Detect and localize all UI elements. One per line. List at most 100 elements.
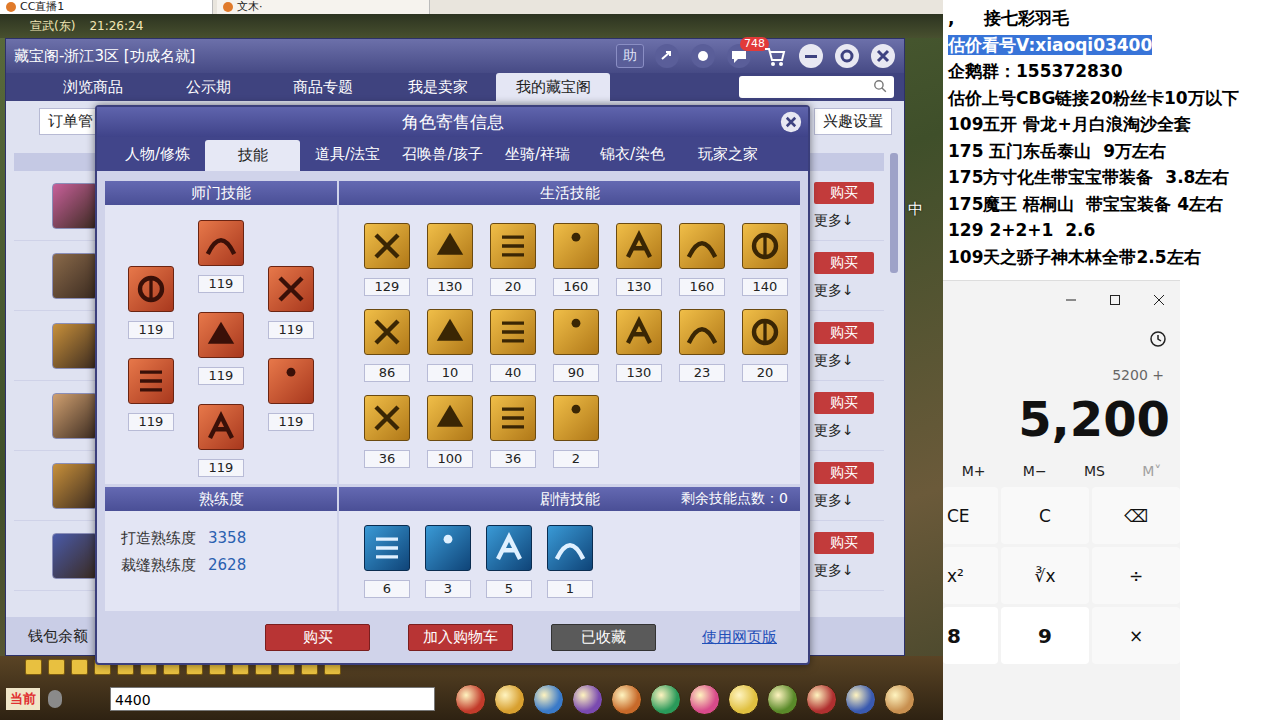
calc-key[interactable]: ∛x	[1001, 547, 1089, 604]
interest-button[interactable]: 兴趣设置	[814, 108, 892, 135]
maximize-icon[interactable]	[1108, 293, 1122, 307]
plot-skill[interactable]: 3	[425, 525, 471, 598]
dialog-tab[interactable]: 道具/法宝	[300, 137, 395, 171]
calc-key[interactable]: x²	[943, 547, 998, 604]
life-skill[interactable]: 23	[679, 309, 725, 382]
nav-tab[interactable]: 浏览商品	[36, 73, 150, 101]
life-skill[interactable]: 36	[364, 395, 410, 468]
dialog-tab[interactable]: 坐骑/祥瑞	[490, 137, 585, 171]
action-button[interactable]: 购买	[265, 624, 370, 651]
calc-key[interactable]: 8	[943, 607, 998, 664]
settings-icon[interactable]	[834, 43, 860, 69]
skill-icon[interactable]	[198, 220, 244, 266]
nav-tab[interactable]: 商品专题	[266, 73, 380, 101]
help-button[interactable]: 助	[616, 44, 644, 68]
skill-icon[interactable]	[128, 358, 174, 404]
close-icon[interactable]	[870, 43, 896, 69]
close-icon[interactable]	[780, 111, 802, 133]
life-skill[interactable]: 20	[742, 309, 788, 382]
cart-icon[interactable]	[762, 43, 788, 69]
skill-icon[interactable]	[427, 395, 473, 441]
more-link[interactable]: 更多↓	[814, 352, 874, 370]
action-button[interactable]: 已收藏	[551, 624, 656, 651]
sect-skill[interactable]: 119	[268, 358, 314, 450]
search-field[interactable]	[739, 76, 894, 98]
skill-icon[interactable]	[364, 223, 410, 269]
skill-icon[interactable]	[553, 309, 599, 355]
life-skill[interactable]: 2	[553, 395, 599, 468]
life-skill[interactable]: 140	[742, 223, 788, 296]
dialog-tab[interactable]: 玩家之家	[680, 137, 775, 171]
plot-skill[interactable]: 5	[486, 525, 532, 598]
buy-button[interactable]: 购买	[814, 532, 874, 554]
nav-tab[interactable]: 公示期	[151, 73, 265, 101]
life-skill[interactable]: 130	[427, 223, 473, 296]
history-icon[interactable]	[1148, 329, 1168, 349]
game-menu-icon[interactable]	[806, 684, 837, 715]
game-menu-icon[interactable]	[728, 684, 759, 715]
dialog-tab[interactable]: 召唤兽/孩子	[395, 137, 490, 171]
game-menu-icon[interactable]	[494, 684, 525, 715]
chat-input[interactable]: 4400	[110, 687, 435, 711]
buy-button[interactable]: 购买	[814, 182, 874, 204]
skill-icon[interactable]	[364, 309, 410, 355]
arrow-icon[interactable]	[48, 659, 65, 675]
skill-icon[interactable]	[553, 223, 599, 269]
more-link[interactable]: 更多↓	[814, 212, 874, 230]
nav-tab[interactable]: 我的藏宝阁	[496, 73, 610, 101]
life-skill[interactable]: 36	[490, 395, 536, 468]
more-link[interactable]: 更多↓	[814, 282, 874, 300]
skill-icon[interactable]	[486, 525, 532, 571]
arrow-icon[interactable]	[25, 659, 42, 675]
game-menu-icon[interactable]	[572, 684, 603, 715]
dialog-tab[interactable]: 锦衣/染色	[585, 137, 680, 171]
life-skill[interactable]: 130	[616, 309, 662, 382]
life-skill[interactable]: 100	[427, 395, 473, 468]
plot-skill[interactable]: 1	[547, 525, 593, 598]
skill-icon[interactable]	[742, 309, 788, 355]
life-skill[interactable]: 20	[490, 223, 536, 296]
close-icon[interactable]	[1152, 293, 1166, 307]
life-skill[interactable]: 86	[364, 309, 410, 382]
more-link[interactable]: 更多↓	[814, 562, 874, 580]
memory-button[interactable]: M−	[1023, 463, 1047, 479]
calc-key[interactable]: CE	[943, 487, 998, 544]
skill-icon[interactable]	[364, 395, 410, 441]
web-version-link[interactable]: 使用网页版	[694, 625, 785, 650]
chat-channel[interactable]: 当前	[6, 688, 40, 710]
sect-skill[interactable]: 119	[128, 358, 174, 450]
skill-icon[interactable]	[742, 223, 788, 269]
life-skill[interactable]: 160	[679, 223, 725, 296]
skill-icon[interactable]	[616, 309, 662, 355]
memory-button[interactable]: MS	[1084, 463, 1105, 479]
browser-tab[interactable]: 文木·	[217, 0, 430, 14]
plot-skill[interactable]: 6	[364, 525, 410, 598]
game-menu-icon[interactable]	[689, 684, 720, 715]
game-menu-icon[interactable]	[611, 684, 642, 715]
sect-skill[interactable]: 119	[198, 312, 244, 404]
order-button[interactable]: 订单管	[39, 108, 102, 135]
skill-icon[interactable]	[128, 266, 174, 312]
game-menu-icon[interactable]	[455, 684, 486, 715]
game-menu-icon[interactable]	[533, 684, 564, 715]
life-skill[interactable]: 10	[427, 309, 473, 382]
skill-icon[interactable]	[490, 223, 536, 269]
buy-button[interactable]: 购买	[814, 462, 874, 484]
skill-icon[interactable]	[427, 309, 473, 355]
life-skill[interactable]: 130	[616, 223, 662, 296]
skill-icon[interactable]	[268, 266, 314, 312]
memory-button[interactable]: M+	[962, 463, 986, 479]
browser-tab[interactable]: CC直播1	[0, 0, 213, 14]
skill-icon[interactable]	[490, 309, 536, 355]
game-menu-icon[interactable]	[884, 684, 915, 715]
buy-button[interactable]: 购买	[814, 322, 874, 344]
calc-key[interactable]: ×	[1092, 607, 1180, 664]
skill-icon[interactable]	[427, 223, 473, 269]
buy-button[interactable]: 购买	[814, 392, 874, 414]
game-menu-icon[interactable]	[845, 684, 876, 715]
arrow-icon[interactable]	[71, 659, 88, 675]
minimize-icon[interactable]	[798, 43, 824, 69]
life-skill[interactable]: 129	[364, 223, 410, 296]
dialog-tab[interactable]: 技能	[205, 140, 300, 171]
calc-key[interactable]: ÷	[1092, 547, 1180, 604]
